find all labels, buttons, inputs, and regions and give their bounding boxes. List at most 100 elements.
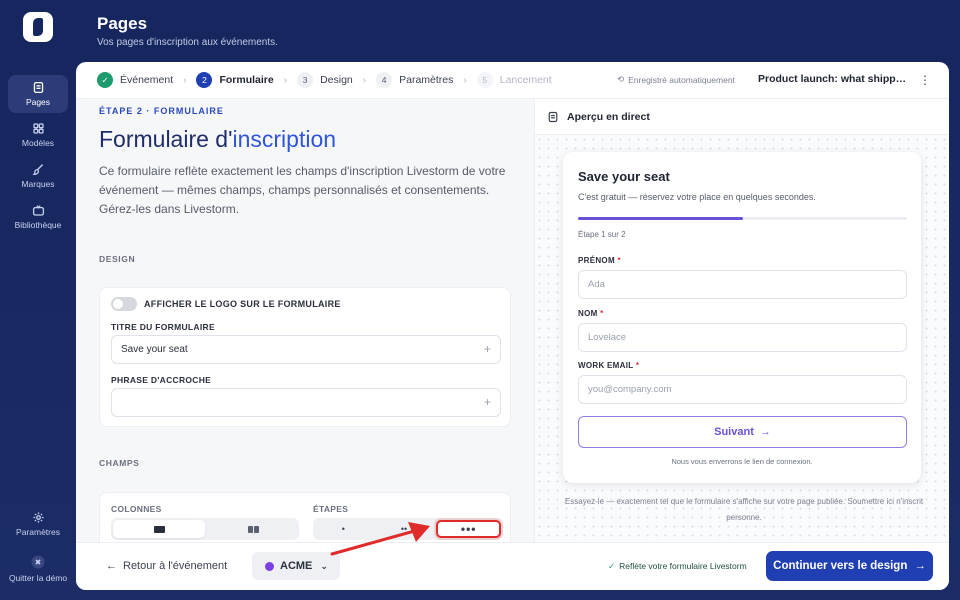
sidebar-item-quitter[interactable]: Quitter la démo [8, 549, 68, 587]
step-label: Paramètres [399, 74, 454, 86]
check-icon: ✓ [97, 72, 113, 88]
design-panel: AFFICHER LE LOGO SUR LE FORMULAIRE TITRE… [99, 287, 511, 427]
more-options-icon[interactable]: ⋮ [918, 71, 932, 89]
editor-description: Ce formulaire reflète exactement les cha… [99, 164, 506, 216]
form-title-input[interactable]: Save your seat + [111, 335, 501, 364]
lastname-input[interactable]: Lovelace [578, 323, 907, 352]
step-lancement: 5 Lancement [476, 72, 552, 88]
plus-icon[interactable]: + [484, 395, 491, 409]
page-subtitle: Vos pages d'inscription aux événements. [97, 37, 278, 48]
firstname-label: PRÉNOM * [578, 256, 621, 265]
step-label: Événement [120, 74, 174, 86]
chevron-right-icon: › [283, 74, 288, 86]
two-column-icon [247, 525, 259, 533]
logo-mark [33, 18, 43, 36]
sidebar-item-label: Modèles [21, 138, 55, 148]
email-label-text: WORK EMAIL [578, 361, 634, 370]
design-section-label: DESIGN [99, 254, 136, 264]
tagline-input[interactable]: + [111, 388, 501, 417]
preview-form-card: Save your seat C'est gratuit — réservez … [563, 152, 921, 483]
brush-icon [31, 164, 43, 176]
step-formulaire[interactable]: 2 Formulaire [196, 72, 274, 88]
sidebar-item-parametres[interactable]: Paramètres [8, 505, 68, 543]
arrow-right-icon: → [759, 426, 771, 438]
fields-panel: COLONNES ÉTAPES • •• ••• [99, 492, 511, 542]
preview-step-text: Étape 1 sur 2 [578, 230, 626, 239]
one-column-icon [153, 525, 165, 533]
lastname-label: NOM * [578, 309, 604, 318]
annotation-arrow-icon [330, 522, 430, 556]
step-number: 4 [376, 72, 393, 88]
columns-segmented [111, 518, 299, 540]
required-mark: * [600, 309, 604, 318]
sidebar-item-label: Marques [21, 179, 55, 189]
heading-accent: inscription [232, 126, 337, 152]
step-evenement[interactable]: ✓ Événement [97, 72, 173, 88]
step-label: Lancement [499, 74, 552, 86]
step-number: 3 [297, 72, 314, 88]
next-button[interactable]: Suivant → [578, 416, 907, 448]
show-logo-label: AFFICHER LE LOGO SUR LE FORMULAIRE [144, 299, 341, 309]
gear-icon [32, 512, 44, 523]
one-column-option[interactable] [113, 520, 205, 538]
sidebar-item-marques[interactable]: Marques [8, 157, 68, 195]
editor-heading: Formulaire d'inscription [99, 126, 336, 153]
step-parametres[interactable]: 4 Paramètres [376, 72, 453, 88]
app-logo[interactable] [23, 12, 53, 42]
three-steps-option[interactable]: ••• [436, 520, 502, 538]
preview-card-title: Save your seat [578, 169, 670, 184]
brand-select[interactable]: ACME ⌄ [252, 552, 340, 580]
sidebar: Pages Modèles Marques Bibliothèque Param… [0, 0, 76, 600]
pages-icon [33, 81, 43, 94]
firstname-label-text: PRÉNOM [578, 256, 615, 265]
autosave-text: Enregistré automatiquement [628, 74, 735, 85]
plus-icon[interactable]: + [484, 342, 491, 356]
firstname-input[interactable]: Ada [578, 270, 907, 299]
lastname-label-text: NOM [578, 309, 598, 318]
chevron-right-icon: › [463, 74, 467, 86]
required-mark: * [617, 256, 621, 265]
email-input[interactable]: you@company.com [578, 375, 907, 404]
sync-icon: ⟲ [617, 74, 625, 84]
main-card: ✓ Événement › 2 Formulaire › 3 Design › … [76, 62, 949, 590]
grid-icon [32, 123, 44, 134]
lastname-placeholder: Lovelace [588, 332, 627, 343]
page-title: Pages [97, 14, 148, 33]
two-column-option[interactable] [207, 518, 299, 540]
continue-label: Continuer vers le design [773, 560, 908, 572]
step-design[interactable]: 3 Design [297, 72, 353, 88]
back-to-event-link[interactable]: ← Retour à l'événement [106, 560, 227, 572]
arrow-left-icon: ← [106, 560, 117, 572]
preview-tagline: C'est gratuit — réservez votre place en … [578, 192, 816, 202]
preview-note: Nous vous enverrons le lien de connexion… [671, 457, 813, 466]
autosave-status: ⟲ Enregistré automatiquement [617, 74, 735, 85]
arrow-right-icon: → [914, 560, 926, 572]
check-icon: ✓ [608, 561, 616, 571]
brand-name: ACME [280, 560, 313, 572]
sidebar-item-label: Pages [25, 97, 51, 107]
firstname-placeholder: Ada [588, 279, 605, 290]
fields-section-label: CHAMPS [99, 458, 140, 468]
progress-fill [578, 217, 743, 220]
columns-label: COLONNES [111, 504, 162, 514]
sidebar-item-pages[interactable]: Pages [8, 75, 68, 113]
step-eyebrow: ÉTAPE 2 · FORMULAIRE [99, 106, 224, 116]
chevron-right-icon: › [183, 74, 187, 86]
sidebar-item-modeles[interactable]: Modèles [8, 116, 68, 154]
email-placeholder: you@company.com [588, 384, 672, 395]
sidebar-item-bibliotheque[interactable]: Bibliothèque [8, 198, 68, 236]
step-number: 5 [476, 72, 493, 88]
live-preview-pane: Aperçu en direct Save your seat C'est gr… [534, 99, 949, 542]
chevron-down-icon: ⌄ [320, 560, 328, 571]
email-label: WORK EMAIL * [578, 361, 639, 370]
form-title-value: Save your seat [121, 344, 188, 355]
step-label: Formulaire [219, 74, 274, 86]
preview-progress-bar [578, 217, 907, 220]
tv-icon [32, 205, 44, 216]
show-logo-toggle[interactable] [111, 297, 137, 311]
continue-to-design-button[interactable]: Continuer vers le design → [766, 551, 933, 581]
three-dots-icon: ••• [460, 522, 477, 536]
reflects-text: Reflète votre formulaire Livestorm [619, 561, 747, 571]
event-name[interactable]: Product launch: what shipped t... [758, 73, 908, 85]
document-icon [548, 111, 558, 122]
